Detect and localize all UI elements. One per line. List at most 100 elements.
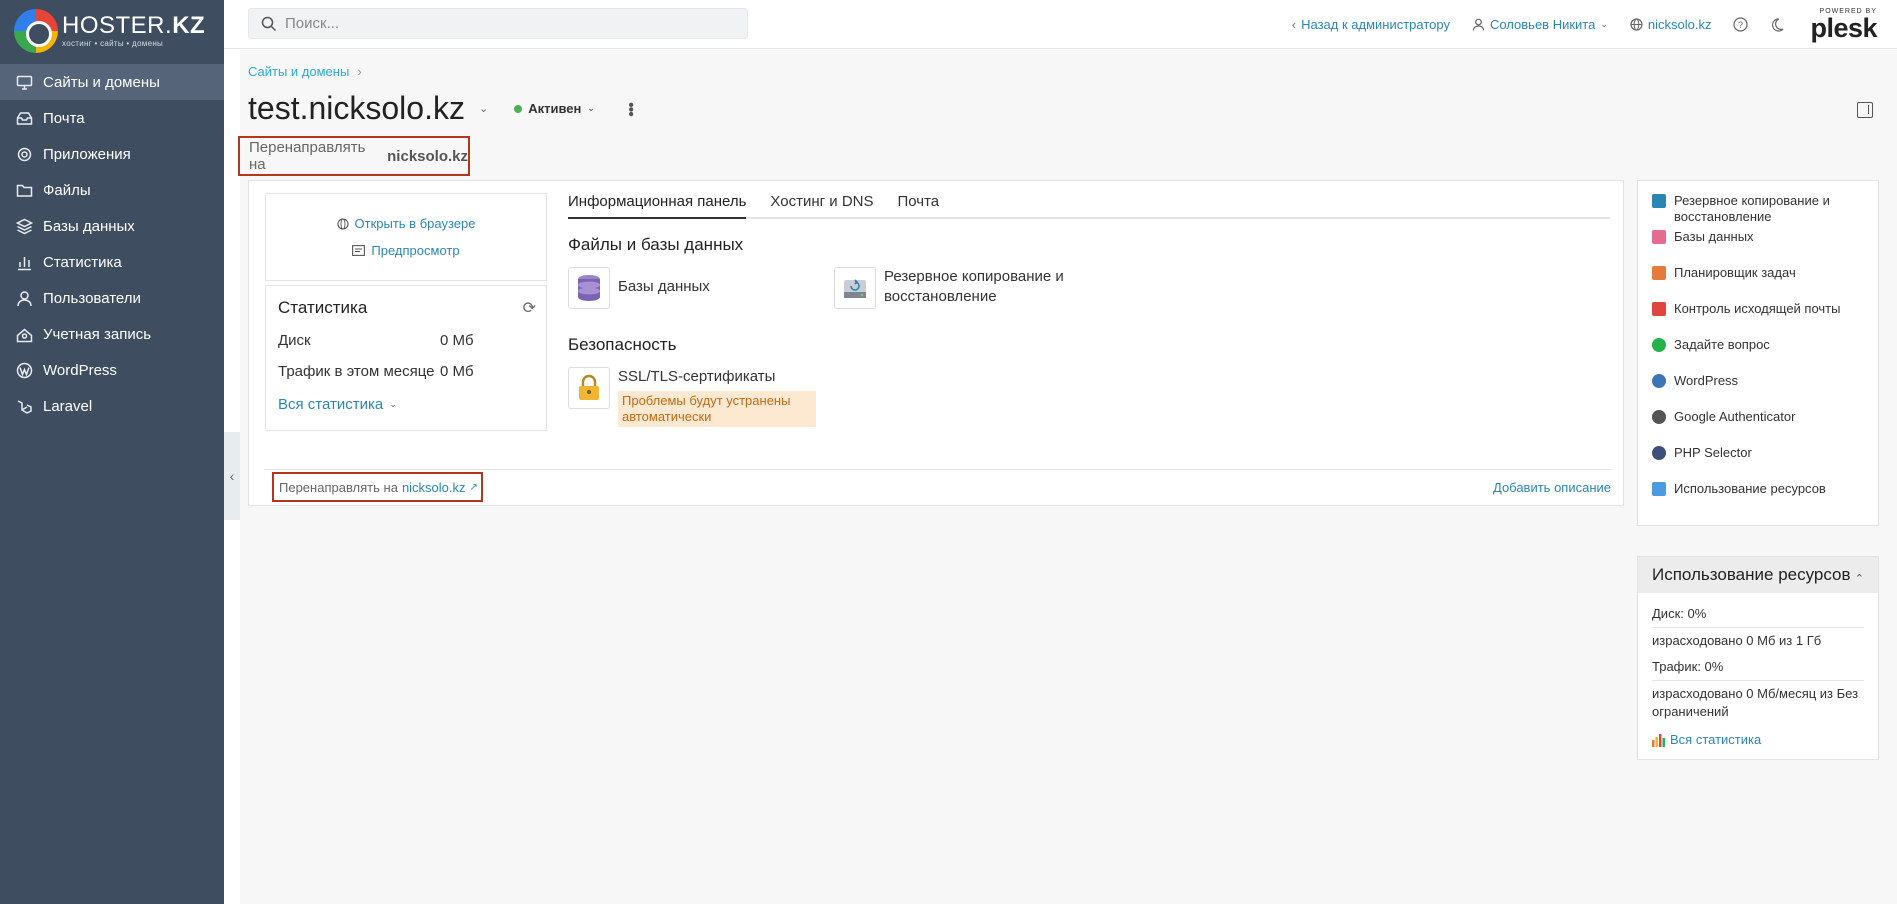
php-icon [1652, 446, 1666, 460]
bar-chart-icon [1652, 733, 1665, 747]
sidebar-item-apps[interactable]: Приложения [0, 136, 224, 172]
globe-icon [336, 217, 349, 230]
resource-usage-header[interactable]: Использование ресурсов ⌃ [1638, 557, 1878, 593]
statistics-title: Статистика [278, 298, 368, 317]
ssl-warning-badge: Проблемы будут устранены автоматически [618, 391, 816, 427]
resource-traffic: Трафик: 0% [1652, 654, 1864, 681]
all-statistics-link[interactable]: Вся статистика ⌄ [278, 396, 534, 413]
whatsapp-icon [1652, 338, 1666, 352]
tool-php-selector[interactable]: PHP Selector [1652, 445, 1864, 481]
resource-all-stats-link[interactable]: Вся статистика [1652, 725, 1864, 749]
tool-backup[interactable]: Резервное копирование и восстановление [1652, 193, 1864, 229]
domain-card: Открыть в браузере Предпросмотр Статисти… [248, 180, 1624, 506]
wordpress-icon [16, 362, 33, 379]
sidebar-item-label: Почта [43, 109, 85, 127]
help-icon[interactable]: ? [1733, 17, 1749, 32]
user-icon [1472, 18, 1485, 31]
sidebar-item-mail[interactable]: Почта [0, 100, 224, 136]
sidebar-item-label: WordPress [43, 361, 117, 379]
sidebar-item-label: Статистика [43, 253, 122, 271]
resource-usage-panel: Использование ресурсов ⌃ Диск: 0% израсх… [1637, 556, 1879, 760]
tool-resource-usage[interactable]: Использование ресурсов [1652, 481, 1864, 517]
back-to-admin-link[interactable]: ‹ Назад к администратору [1292, 17, 1450, 32]
laravel-icon [16, 398, 33, 415]
chevron-left-icon: ‹ [1291, 17, 1297, 32]
ssl-tile[interactable]: SSL/TLS-сертификаты Проблемы будут устра… [568, 367, 828, 427]
stat-disk-row: Диск 0 Мб [278, 332, 474, 349]
open-in-browser-link[interactable]: Открыть в браузере [336, 216, 475, 231]
wordpress-icon [1652, 374, 1666, 388]
preview-link[interactable]: Предпросмотр [352, 243, 460, 258]
tool-outgoing-mail[interactable]: Контроль исходящей почты [1652, 301, 1864, 337]
sidebar-item-account[interactable]: Учетная запись [0, 316, 224, 352]
account-icon [16, 326, 33, 343]
sidebar-item-databases[interactable]: Базы данных [0, 208, 224, 244]
sidebar-item-label: Laravel [43, 397, 93, 415]
tool-ask-question[interactable]: Задайте вопрос [1652, 337, 1864, 373]
panel-toggle-icon[interactable] [1857, 102, 1873, 118]
sidebar-item-sites[interactable]: Сайты и домены [0, 64, 224, 100]
tab-bar: Информационная панель Хостинг и DNS Почт… [568, 193, 1610, 219]
chevron-down-icon: ⌄ [587, 103, 595, 113]
redirect-target-link[interactable]: nicksolo.kz [402, 480, 466, 495]
security-section-title: Безопасность [568, 335, 677, 354]
folder-icon [16, 182, 33, 199]
chevron-down-icon: ⌄ [1600, 19, 1608, 29]
sidebar-item-files[interactable]: Файлы [0, 172, 224, 208]
envelope-icon [1652, 302, 1666, 316]
sidebar-item-wordpress[interactable]: WordPress [0, 352, 224, 388]
gear-icon [16, 146, 33, 163]
external-link-icon: ↗ [469, 481, 478, 493]
plesk-logo: POWERED BY plesk [1810, 7, 1877, 43]
sidebar-item-users[interactable]: Пользователи [0, 280, 224, 316]
breadcrumb-sites[interactable]: Сайты и домены [248, 64, 349, 79]
dark-mode-icon[interactable] [1770, 17, 1784, 32]
backup-icon [1652, 194, 1666, 208]
topbar: ‹Назад к администратору Соловьев Никита⌄… [224, 0, 1897, 49]
user-icon [16, 290, 33, 307]
tools-panel: Резервное копирование и восстановление Б… [1637, 180, 1879, 526]
databases-tile[interactable]: Базы данных [568, 267, 764, 309]
tool-google-authenticator[interactable]: Google Authenticator [1652, 409, 1864, 445]
backup-tile[interactable]: Резервное копирование и восстановление [834, 267, 1094, 309]
tab-hosting-dns[interactable]: Хостинг и DNS [770, 193, 873, 219]
sidebar: HOSTER.KZ хостинг • сайты • домены Сайты… [0, 0, 224, 904]
domain-link[interactable]: nicksolo.kz [1630, 17, 1711, 32]
user-menu[interactable]: Соловьев Никита ⌄ [1472, 17, 1608, 32]
search-icon [261, 16, 277, 31]
chevron-down-icon: ⌄ [389, 399, 397, 409]
refresh-icon[interactable]: ⟳ [523, 298, 536, 318]
tool-scheduler[interactable]: Планировщик задач [1652, 265, 1864, 301]
more-actions-icon[interactable]: ••• [621, 102, 639, 116]
tab-dashboard[interactable]: Информационная панель [568, 193, 747, 219]
brand-logo[interactable]: HOSTER.KZ хостинг • сайты • домены [0, 0, 224, 62]
status-dot-icon [514, 104, 523, 113]
tool-wordpress[interactable]: WordPress [1652, 373, 1864, 409]
sidebar-item-label: Сайты и домены [43, 73, 160, 91]
sidebar-item-laravel[interactable]: Laravel [0, 388, 224, 424]
files-section-title: Файлы и базы данных [568, 235, 744, 254]
brand-tagline: хостинг • сайты • домены [62, 39, 164, 48]
brand-name: HOSTER.KZ [62, 12, 206, 39]
page-title: test.nicksolo.kz [248, 90, 465, 126]
main-content: Сайты и домены › test.nicksolo.kz ⌄ Акти… [238, 50, 1897, 904]
search-input[interactable] [285, 15, 725, 32]
status-badge[interactable]: Активен ⌄ [514, 101, 595, 116]
sidebar-item-label: Приложения [43, 145, 131, 163]
chevron-left-icon: ‹ [229, 468, 235, 484]
database-icon [568, 267, 610, 309]
sidebar-item-label: Базы данных [43, 217, 135, 235]
preview-icon [352, 245, 366, 256]
tab-mail[interactable]: Почта [898, 193, 940, 219]
sidebar-item-statistics[interactable]: Статистика [0, 244, 224, 280]
resource-traffic-used: израсходовано 0 Мб/месяц из Без ограниче… [1652, 686, 1859, 719]
domain-switcher-chevron-icon[interactable]: ⌄ [479, 102, 488, 115]
add-description-link[interactable]: Добавить описание [1493, 480, 1611, 495]
card-footer: Перенаправлять на nicksolo.kz ↗ Добавить… [264, 469, 1611, 502]
sidebar-collapse-handle[interactable]: ‹ [224, 432, 240, 520]
tool-databases[interactable]: Базы данных [1652, 229, 1864, 265]
resource-disk-used: израсходовано 0 Мб из 1 Гб [1652, 633, 1822, 648]
mail-icon [16, 110, 33, 127]
statistics-box: Статистика ⟳ Диск 0 Мб Трафик в этом мес… [265, 285, 547, 431]
sidebar-item-label: Файлы [43, 181, 91, 199]
